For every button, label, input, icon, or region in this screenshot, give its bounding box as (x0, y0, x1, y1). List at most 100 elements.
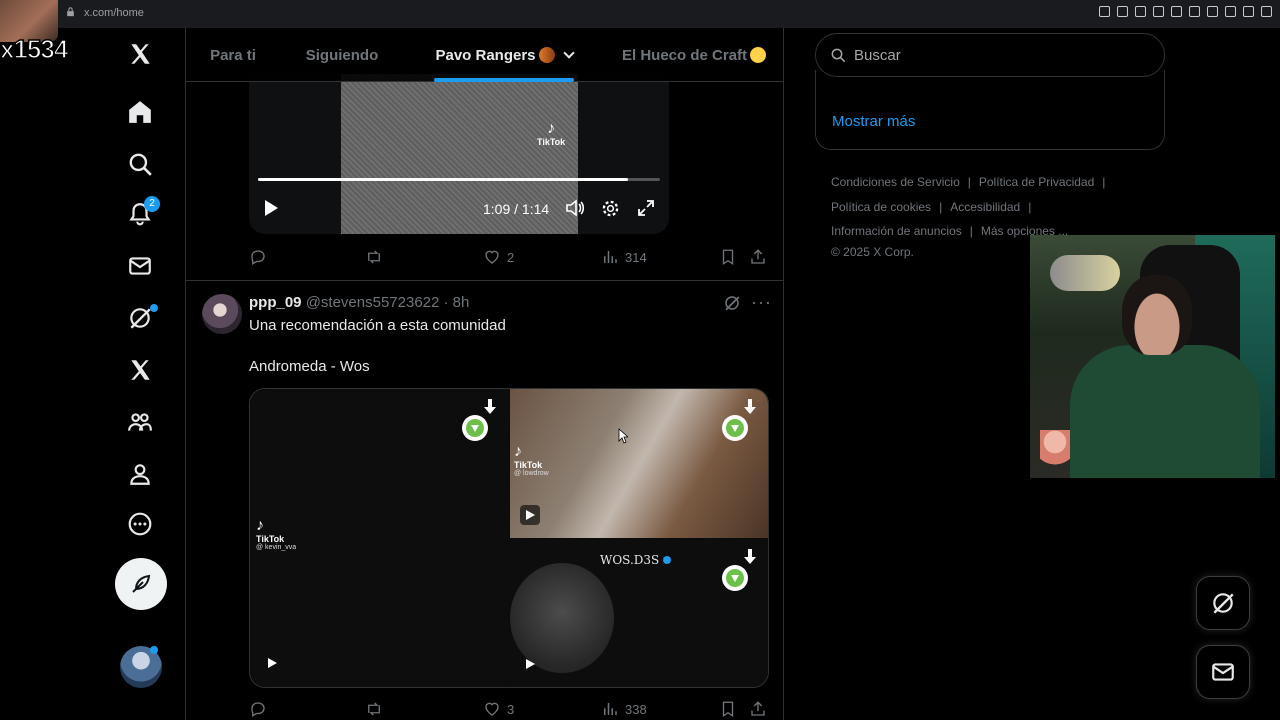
search-input[interactable] (854, 46, 1134, 64)
browser-bar: x.com/home (0, 0, 1280, 28)
tiktok-watermark: ♪ TikTok @ lowdrow (514, 443, 549, 478)
show-more-link[interactable]: Mostrar más (832, 113, 915, 130)
cookies-link[interactable]: Política de cookies (831, 200, 931, 214)
chevron-down-icon[interactable] (562, 47, 575, 59)
extension-icon[interactable] (1207, 6, 1218, 17)
reply-button[interactable] (249, 700, 267, 718)
address-bar[interactable]: x.com/home (66, 7, 144, 19)
download-button[interactable] (462, 415, 488, 441)
post-button[interactable] (115, 558, 167, 610)
grok-floating-button[interactable] (1196, 576, 1250, 630)
media-video-left[interactable]: ♪ TikTok @ kevin_vva (250, 389, 509, 687)
extension-icon[interactable] (1117, 6, 1128, 17)
x-premium-icon[interactable] (114, 344, 166, 396)
communities-icon[interactable] (114, 396, 166, 448)
download-arrow-icon[interactable] (743, 549, 757, 565)
like-button[interactable]: 3 (483, 700, 514, 718)
search-icon[interactable] (114, 138, 166, 190)
notifications-badge: 2 (144, 196, 160, 212)
tab-label: Siguiendo (305, 46, 379, 64)
media-video-bottom-right[interactable]: WOS.D3S (510, 539, 768, 687)
butterfly-emoji-icon (538, 47, 555, 63)
views-button[interactable]: 314 (601, 248, 647, 266)
account-avatar[interactable] (120, 646, 162, 688)
views-count: 338 (625, 701, 647, 717)
tab-siguiendo[interactable]: Siguiendo (280, 28, 404, 82)
download-arrow-icon[interactable] (743, 399, 757, 415)
notifications-icon[interactable]: 2 (114, 188, 166, 240)
video-player[interactable]: ♪ TikTok 1:09 / 1:14 (249, 74, 669, 234)
tiktok-label: TikTok (537, 136, 566, 147)
trends-panel: Mostrar más (815, 70, 1165, 150)
play-button[interactable] (520, 505, 540, 525)
ads-info-link[interactable]: Información de anuncios (831, 224, 962, 238)
tweet-author-avatar[interactable] (202, 294, 242, 334)
home-icon[interactable] (114, 86, 166, 138)
tab-pavo-rangers[interactable]: Pavo Rangers (404, 28, 604, 82)
settings-button[interactable] (601, 199, 620, 222)
fullscreen-button[interactable] (637, 199, 655, 221)
retweet-button[interactable] (365, 700, 383, 718)
left-nav: 2 (0, 28, 186, 720)
like-count: 2 (507, 249, 515, 265)
tab-el-hueco-de-craft[interactable]: El Hueco de Craft (604, 28, 783, 82)
more-icon[interactable] (114, 498, 166, 550)
download-arrow-icon[interactable] (483, 399, 497, 415)
download-button[interactable] (722, 565, 748, 591)
share-icon (751, 701, 765, 716)
reply-icon (251, 702, 265, 717)
extension-icon[interactable] (1171, 6, 1182, 17)
extension-icon[interactable] (1225, 6, 1236, 17)
media-video-top-right[interactable]: ♪ TikTok @ lowdrow (510, 389, 768, 538)
bookmark-icon (722, 701, 734, 718)
bookmark-button[interactable] (719, 700, 737, 718)
tweet-author-meta[interactable]: @stevens55723622 · 8h (306, 294, 470, 311)
share-button[interactable] (749, 248, 767, 266)
retweet-button[interactable] (365, 248, 383, 266)
menu-icon[interactable] (1261, 6, 1272, 17)
favorite-icon[interactable] (1189, 6, 1200, 17)
more-options-icon[interactable]: ··· (751, 292, 772, 313)
tweet-author-name[interactable]: ppp_09 (249, 294, 302, 311)
like-button[interactable]: 2 (483, 248, 514, 266)
active-tab-indicator (434, 78, 574, 82)
messages-floating-button[interactable] (1196, 645, 1250, 699)
search-box[interactable] (815, 33, 1165, 77)
extension-icon[interactable] (1153, 6, 1164, 17)
grok-icon[interactable] (114, 292, 166, 344)
download-icon[interactable] (1243, 6, 1254, 17)
play-button[interactable] (520, 654, 540, 674)
zoom-icon[interactable] (1099, 6, 1110, 17)
play-button[interactable] (265, 200, 278, 216)
share-button[interactable] (749, 700, 767, 718)
mail-icon[interactable] (114, 240, 166, 292)
play-icon (265, 200, 278, 216)
volume-button[interactable] (565, 199, 585, 221)
gear-icon (602, 200, 619, 217)
download-button[interactable] (722, 415, 748, 441)
play-button[interactable] (262, 653, 282, 673)
browser-toolbar (1099, 6, 1272, 17)
x-logo-icon[interactable] (114, 28, 166, 80)
verified-dot-icon (663, 556, 672, 564)
reply-button[interactable] (249, 248, 267, 266)
tiktok-watermark: ♪ TikTok (537, 120, 565, 147)
grok-icon[interactable] (723, 294, 741, 312)
streamer-head (1122, 275, 1192, 355)
tab-para-ti[interactable]: Para ti (186, 28, 280, 82)
profile-icon[interactable] (114, 448, 166, 500)
terms-link[interactable]: Condiciones de Servicio (831, 175, 960, 189)
separator: | (939, 199, 943, 214)
emoji-icon (750, 47, 767, 63)
separator: | (1028, 199, 1032, 214)
bookmark-button[interactable] (719, 248, 737, 266)
views-button[interactable]: 338 (601, 700, 647, 718)
accessibility-link[interactable]: Accesibilidad (950, 200, 1020, 214)
extension-icon[interactable] (1135, 6, 1146, 17)
grok-new-dot (150, 304, 158, 312)
retweet-icon (368, 702, 380, 716)
mail-icon (1212, 663, 1234, 681)
video-progress-bar[interactable] (258, 178, 660, 181)
privacy-link[interactable]: Política de Privacidad (979, 175, 1094, 189)
lock-icon (67, 7, 74, 17)
